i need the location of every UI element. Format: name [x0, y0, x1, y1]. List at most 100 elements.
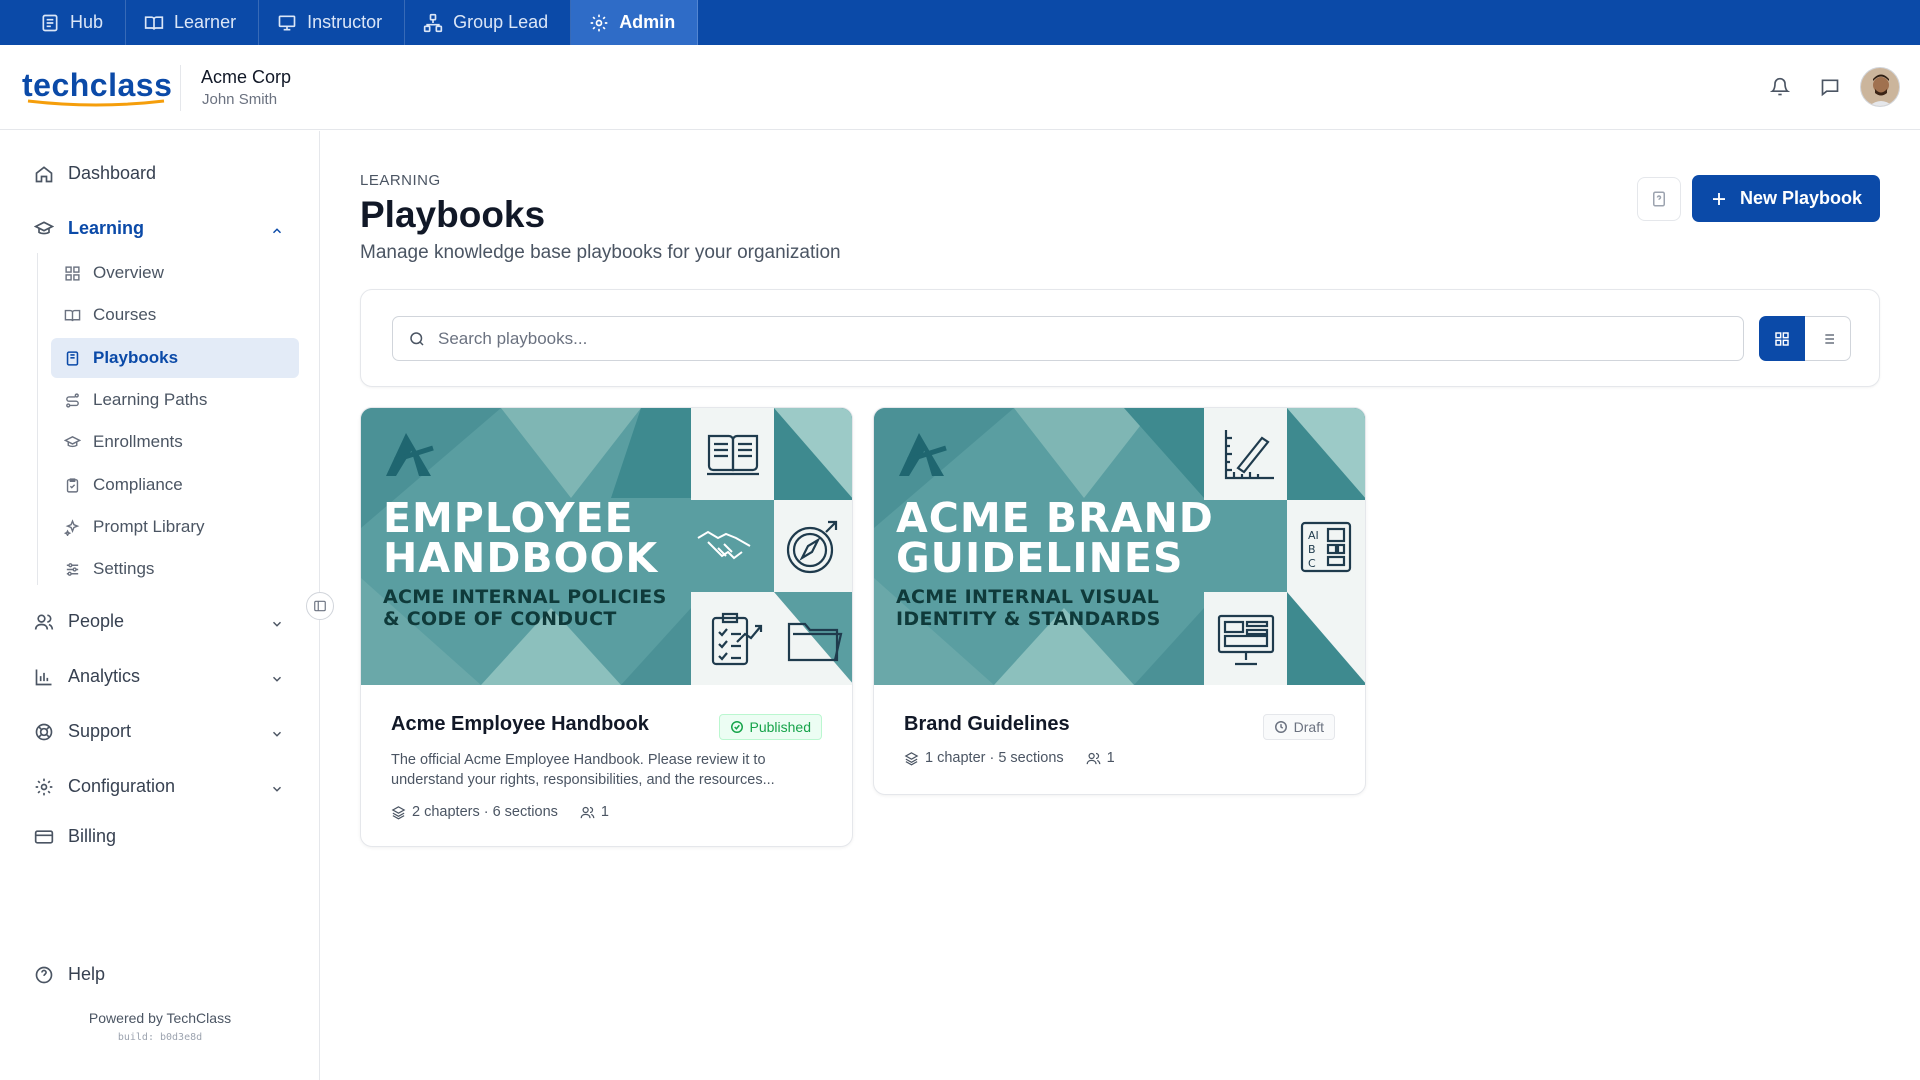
chevron-down-icon[interactable] [270, 672, 284, 686]
playbook-card[interactable]: AI B C ACME BRAND GUIDELINES ACME INTERNAL… [873, 407, 1366, 795]
sparkles-icon [64, 518, 80, 536]
top-nav: Hub Learner Instructor Group Lead Admin [0, 0, 1920, 45]
help-circle-icon [35, 966, 53, 983]
bar-chart-icon [35, 669, 52, 685]
typography-icon: AI B C [1282, 503, 1365, 591]
topnav-learner[interactable]: Learner [126, 0, 260, 45]
playbook-card[interactable]: EMPLOYEE HANDBOOK ACME INTERNAL POLICIES… [360, 407, 853, 847]
user-name: John Smith [202, 91, 278, 108]
panel-left-icon [314, 600, 326, 612]
sidebar-sub-label: Playbooks [93, 348, 179, 367]
search-input[interactable] [438, 328, 1718, 349]
page-subtitle: Manage knowledge base playbooks for your… [360, 242, 841, 263]
sidebar-item-playbooks[interactable]: Playbooks [51, 338, 299, 378]
status-label: Published [749, 719, 812, 735]
check-circle-icon [730, 721, 743, 733]
structure-count: 2 chapters · 6 sections [412, 804, 558, 820]
bell-icon[interactable] [1770, 77, 1790, 97]
sidebar-item-configuration[interactable]: Configuration [34, 776, 175, 797]
chevron-down-icon[interactable] [270, 617, 284, 631]
chevron-up-icon[interactable] [270, 224, 284, 238]
sidebar-collapse-button[interactable] [306, 592, 334, 620]
grid-icon [1775, 331, 1789, 346]
submenu-guide-line [37, 253, 38, 585]
users-icon [34, 614, 54, 630]
sidebar-item-label: Dashboard [68, 163, 157, 183]
book-open-icon [64, 309, 81, 321]
sidebar-item-settings[interactable]: Settings [64, 559, 154, 579]
message-icon[interactable] [1820, 77, 1840, 97]
life-buoy-icon [35, 723, 53, 740]
sidebar-sub-label: Prompt Library [93, 517, 205, 536]
playbook-description: The official Acme Employee Handbook. Ple… [391, 752, 775, 788]
sidebar-item-analytics[interactable]: Analytics [34, 666, 140, 687]
sidebar-item-label: Support [68, 721, 132, 741]
credit-card-icon [34, 829, 54, 844]
sidebar-item-learning[interactable]: Learning [34, 218, 144, 239]
ruler-pencil-icon [1202, 410, 1290, 498]
topnav-instructor-label: Instructor [307, 12, 383, 32]
sliders-icon [66, 562, 79, 576]
playbook-cover: AI B C ACME BRAND GUIDELINES ACME INTERNAL… [874, 408, 1365, 685]
chevron-down-icon[interactable] [270, 782, 284, 796]
help-button[interactable] [1637, 177, 1681, 221]
sidebar-item-compliance[interactable]: Compliance [64, 475, 183, 495]
sidebar-item-label: Help [68, 964, 106, 984]
sidebar-item-label: Configuration [68, 776, 176, 796]
grid-view-toggle[interactable] [1759, 316, 1805, 361]
card-body: Brand Guidelines Draft 1 chapter · 5 sec… [874, 685, 1365, 794]
sidebar-sub-label: Learning Paths [93, 390, 208, 409]
topnav-group-lead[interactable]: Group Lead [405, 0, 572, 45]
clipboard-chart-icon [689, 596, 777, 684]
topnav-hub-label: Hub [70, 12, 104, 32]
sidebar-item-label: Learning [68, 218, 145, 238]
list-view-toggle[interactable] [1805, 316, 1851, 361]
clock-icon [1274, 721, 1287, 733]
file-question-icon [1653, 191, 1665, 207]
avatar[interactable] [1860, 67, 1900, 107]
sidebar-item-label: People [68, 611, 125, 631]
sidebar-item-enrollments[interactable]: Enrollments [64, 432, 183, 452]
sidebar-item-support[interactable]: Support [34, 721, 131, 742]
sidebar-item-dashboard[interactable]: Dashboard [34, 163, 156, 184]
powered-by: Powered by TechClass [88, 1010, 232, 1026]
book-icon [689, 410, 777, 498]
notebook-icon [66, 350, 79, 366]
playbook-cover: EMPLOYEE HANDBOOK ACME INTERNAL POLICIES… [361, 408, 852, 685]
compass-icon [769, 503, 852, 591]
cover-title: EMPLOYEE HANDBOOK [383, 494, 659, 582]
search-icon [410, 331, 424, 346]
new-playbook-button[interactable]: New Playbook [1692, 175, 1880, 222]
grid-icon [65, 265, 80, 281]
structure-count: 1 chapter · 5 sections [925, 750, 1064, 766]
topnav-admin[interactable]: Admin [571, 0, 699, 45]
status-badge: Draft [1262, 714, 1335, 740]
search-box[interactable] [392, 316, 1744, 361]
route-icon [66, 392, 79, 408]
cover-title: ACME BRAND GUIDELINES [896, 494, 1214, 582]
handshake-icon [697, 530, 751, 560]
users-icon [1086, 752, 1101, 764]
sidebar-item-overview[interactable]: Overview [64, 263, 164, 283]
playbook-meta: 2 chapters · 6 sections 1 [391, 804, 822, 820]
sidebar-item-prompt-library[interactable]: Prompt Library [64, 517, 204, 537]
sidebar-item-learning-paths[interactable]: Learning Paths [64, 390, 207, 410]
svg-text:B: B [1308, 543, 1316, 556]
plus-icon [1712, 192, 1725, 205]
chevron-down-icon[interactable] [270, 727, 284, 741]
cover-subtitle: ACME INTERNAL VISUAL IDENTITY & STANDARD… [896, 586, 1161, 630]
sidebar-item-people[interactable]: People [34, 611, 124, 632]
sidebar-item-label: Billing [68, 826, 117, 846]
sidebar-sub-label: Enrollments [93, 432, 183, 451]
clipboard-check-icon [66, 477, 79, 493]
topnav-hub[interactable]: Hub [0, 0, 127, 45]
app-header: techclass Acme Corp John Smith [0, 45, 1920, 130]
techclass-logo[interactable]: techclass [22, 67, 172, 107]
layers-icon [391, 805, 406, 819]
topnav-instructor[interactable]: Instructor [259, 0, 406, 45]
sidebar-item-help[interactable]: Help [34, 964, 105, 985]
member-count: 1 [600, 804, 609, 820]
sidebar-item-courses[interactable]: Courses [64, 305, 156, 325]
sidebar-item-billing[interactable]: Billing [34, 826, 116, 847]
sidebar-sub-label: Compliance [93, 475, 183, 494]
